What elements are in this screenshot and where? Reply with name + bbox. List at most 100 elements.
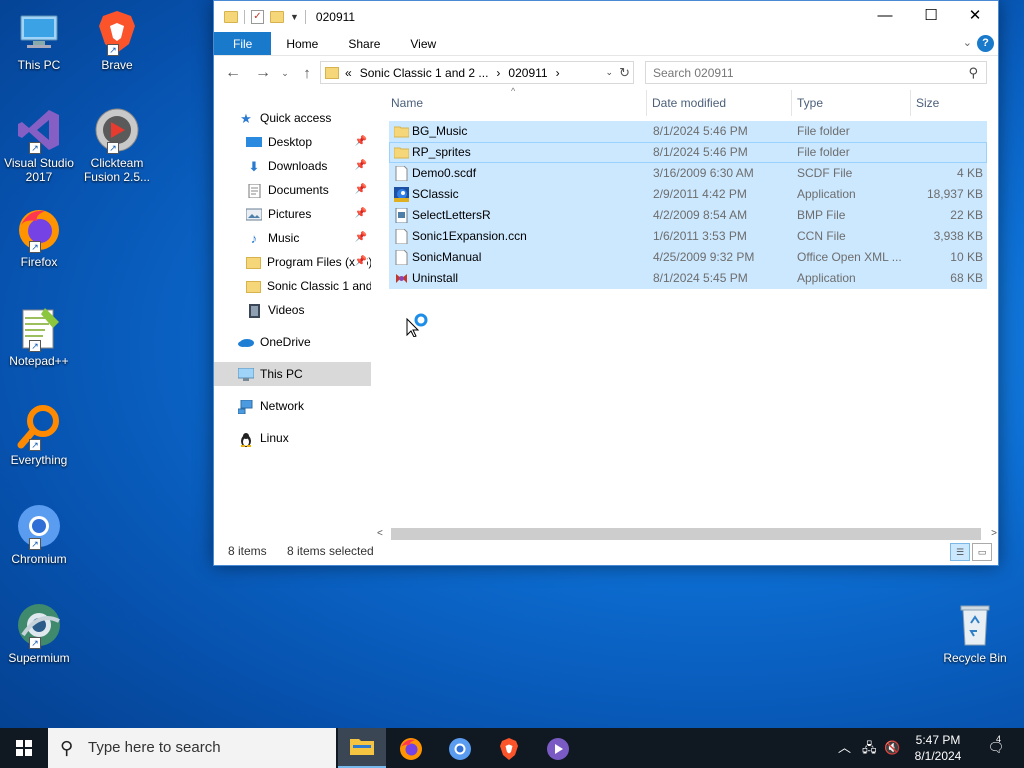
refresh-icon[interactable]: ↻: [619, 65, 630, 81]
breadcrumb-separator-icon[interactable]: ›: [496, 66, 500, 80]
breadcrumb-overflow[interactable]: «: [345, 66, 352, 80]
nav-item-downloads[interactable]: ⬇ Downloads 📌: [214, 154, 371, 178]
column-header-date[interactable]: Date modified: [650, 90, 792, 116]
quick-access-toolbar-chevron-icon[interactable]: ▼: [290, 12, 299, 22]
desktop-icon-supermium[interactable]: ↗ Supermium: [0, 601, 78, 665]
new-folder-icon[interactable]: [270, 10, 284, 23]
breadcrumb-sonic-classic[interactable]: Sonic Classic 1 and 2 ...: [360, 66, 489, 80]
show-hidden-icons-chevron-icon[interactable]: ︿: [838, 728, 851, 768]
breadcrumb-020911[interactable]: 020911: [508, 66, 547, 80]
clickteam-icon: [547, 738, 569, 760]
music-icon: ♪: [250, 230, 258, 246]
maximize-button[interactable]: ☐: [908, 1, 954, 32]
desktop-icon-chromium[interactable]: ↗ Chromium: [0, 502, 78, 566]
table-row[interactable]: Sonic1Expansion.ccn 1/6/2011 3:53 PM CCN…: [389, 226, 987, 247]
window-title: 020911: [315, 9, 356, 24]
details-view-icon[interactable]: ☰: [950, 543, 970, 561]
help-icon[interactable]: ?: [977, 35, 994, 52]
explorer-window: ✓ ▼ 020911 — ☐ ✕ File Home Share View ⌄ …: [213, 0, 999, 566]
address-dropdown-icon[interactable]: ⌄: [605, 67, 613, 78]
download-icon: ⬇: [248, 158, 260, 174]
notification-center-button[interactable]: 🗨 4: [984, 728, 1008, 768]
folder-icon: [394, 147, 409, 159]
large-icons-view-icon[interactable]: ▭: [972, 543, 992, 561]
expand-ribbon-chevron-icon[interactable]: ⌄: [963, 36, 972, 49]
tab-home[interactable]: Home: [271, 32, 333, 55]
desktop-icon-recycle-bin[interactable]: Recycle Bin: [936, 601, 1014, 665]
taskbar-chromium[interactable]: [436, 728, 484, 768]
search-icon: ⚲: [60, 738, 74, 758]
window-folder-icon: [224, 10, 238, 23]
pin-icon: 📌: [354, 208, 367, 219]
file-explorer-icon: [350, 739, 374, 755]
nav-item-pictures[interactable]: Pictures 📌: [214, 202, 371, 226]
taskbar-clickteam[interactable]: [534, 728, 582, 768]
nav-item-sonic-classic[interactable]: Sonic Classic 1 and 2: [214, 274, 371, 298]
firefox-icon: [400, 738, 422, 760]
column-header-size[interactable]: Size: [914, 90, 989, 116]
taskbar-file-explorer[interactable]: [338, 728, 386, 768]
desktop-icon-brave[interactable]: ↗ Brave: [78, 8, 156, 72]
nav-item-linux[interactable]: Linux: [214, 426, 371, 450]
table-row[interactable]: RP_sprites 8/1/2024 5:46 PM File folder: [389, 142, 987, 163]
table-row[interactable]: SClassic 2/9/2011 4:42 PM Application 18…: [389, 184, 987, 205]
nav-item-network[interactable]: Network: [214, 394, 371, 418]
pin-icon: 📌: [354, 136, 367, 147]
folder-icon: [394, 126, 409, 138]
up-button[interactable]: ↑: [294, 65, 320, 82]
nav-item-quick-access[interactable]: ★ Quick access: [214, 106, 371, 130]
volume-muted-icon[interactable]: 🔇: [884, 728, 900, 768]
back-button[interactable]: ←: [220, 64, 246, 82]
taskbar-search-input[interactable]: ⚲ Type here to search: [48, 728, 336, 768]
nav-item-onedrive[interactable]: OneDrive: [214, 330, 371, 354]
navigation-bar: ← → ⌄ ↑ « Sonic Classic 1 and 2 ... › 02…: [214, 56, 998, 90]
ribbon: File Home Share View ⌄ ?: [214, 32, 998, 56]
network-tray-icon[interactable]: 🖧: [862, 728, 877, 768]
desktop-icon-notepadpp[interactable]: ↗ Notepad++: [0, 304, 78, 368]
nav-item-documents[interactable]: Documents 📌: [214, 178, 371, 202]
desktop-icon-clickteam[interactable]: ↗ Clickteam Fusion 2.5...: [78, 106, 156, 184]
nav-item-music[interactable]: ♪ Music 📌: [214, 226, 371, 250]
table-row[interactable]: SonicManual 4/25/2009 9:32 PM Office Ope…: [389, 247, 987, 268]
title-bar[interactable]: ✓ ▼ 020911 — ☐ ✕: [214, 1, 998, 32]
recycle-bin-icon: [960, 605, 990, 646]
table-row[interactable]: Uninstall 8/1/2024 5:45 PM Application 6…: [389, 268, 987, 289]
desktop-icon-visual-studio[interactable]: ↗ Visual Studio 2017: [0, 106, 78, 184]
desktop-icon-this-pc[interactable]: This PC: [0, 8, 78, 72]
status-bar: 8 items 8 items selected ☰ ▭: [214, 539, 998, 565]
properties-icon[interactable]: ✓: [251, 9, 264, 24]
star-icon: ★: [240, 110, 252, 126]
taskbar-brave[interactable]: [485, 728, 533, 768]
linux-icon: [238, 432, 254, 447]
nav-item-videos[interactable]: Videos: [214, 298, 371, 322]
desktop-icon-firefox[interactable]: ↗ Firefox: [0, 205, 78, 269]
tab-file[interactable]: File: [214, 32, 272, 55]
recent-locations-chevron-icon[interactable]: ⌄: [276, 68, 294, 79]
clock[interactable]: 5:47 PM 8/1/2024: [902, 732, 974, 764]
taskbar-firefox[interactable]: [387, 728, 435, 768]
nav-item-desktop[interactable]: Desktop 📌: [214, 130, 371, 154]
minimize-button[interactable]: —: [862, 1, 908, 32]
folder-icon: [246, 280, 261, 293]
tab-share[interactable]: Share: [333, 32, 395, 55]
busy-cursor-icon: [406, 313, 428, 337]
desktop-icon-everything[interactable]: ↗ Everything: [0, 403, 78, 467]
table-row[interactable]: Demo0.scdf 3/16/2009 6:30 AM SCDF File 4…: [389, 163, 987, 184]
file-icon: [395, 166, 408, 181]
nav-item-program-files[interactable]: Program Files (x86) 📌: [214, 250, 371, 274]
search-input[interactable]: Search 020911 ⚲: [645, 61, 987, 84]
forward-button[interactable]: →: [250, 64, 276, 82]
address-bar[interactable]: « Sonic Classic 1 and 2 ... › 020911 › ⌄…: [320, 61, 634, 84]
column-header-name[interactable]: Name: [389, 90, 647, 116]
start-button[interactable]: [0, 728, 48, 768]
nav-item-this-pc[interactable]: This PC: [214, 362, 371, 386]
column-header-type[interactable]: Type: [795, 90, 911, 116]
breadcrumb-separator-icon[interactable]: ›: [556, 66, 560, 80]
tab-view[interactable]: View: [395, 32, 451, 55]
brave-icon: [500, 738, 518, 760]
table-row[interactable]: BG_Music 8/1/2024 5:46 PM File folder: [389, 121, 987, 142]
documents-icon: [246, 183, 262, 199]
chromium-icon: [449, 738, 471, 760]
close-button[interactable]: ✕: [952, 1, 998, 32]
table-row[interactable]: SelectLettersR 4/2/2009 8:54 AM BMP File…: [389, 205, 987, 226]
